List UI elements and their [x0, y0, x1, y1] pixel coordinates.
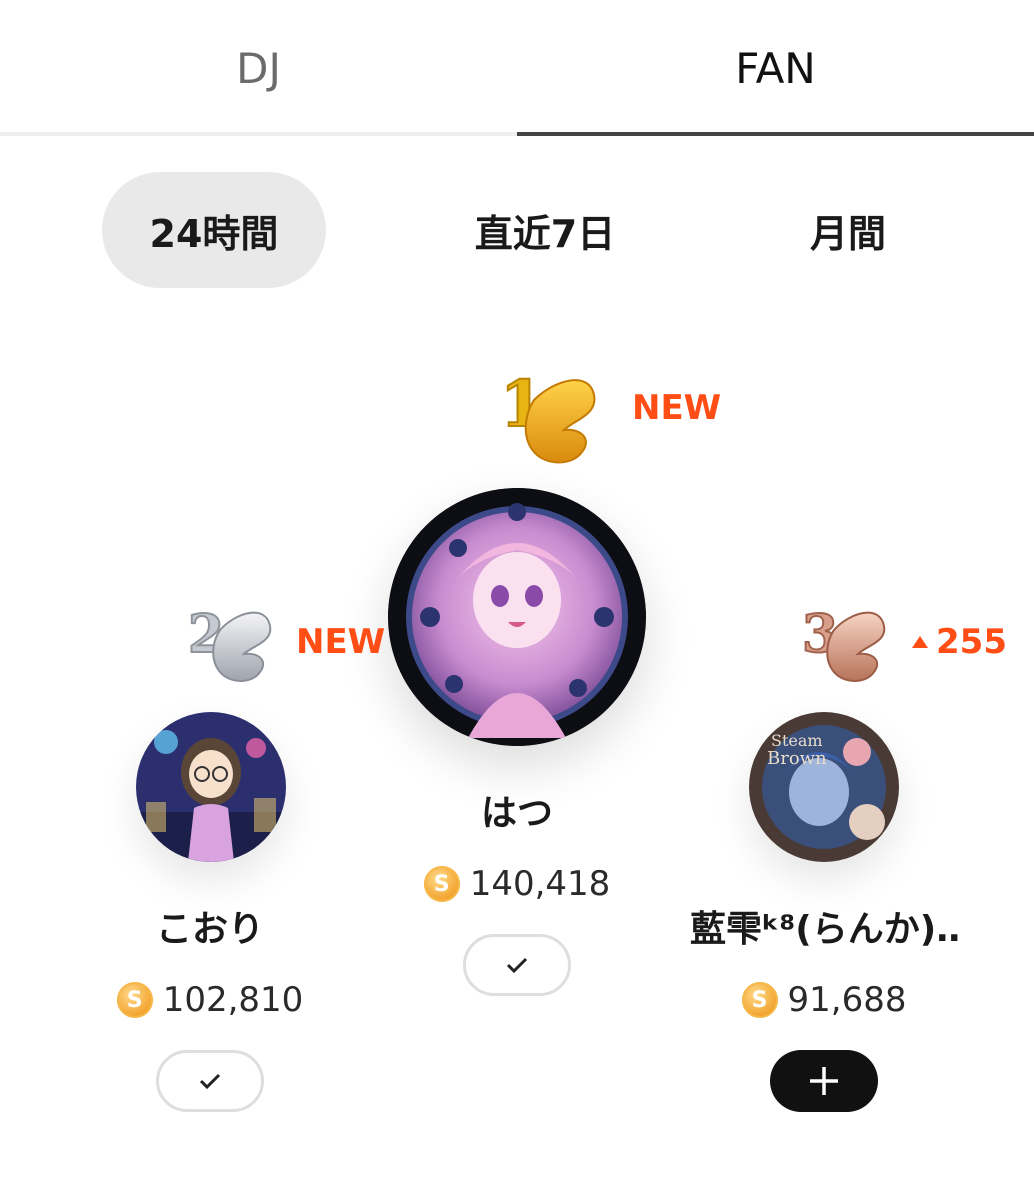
- rank-2-following-button[interactable]: [156, 1050, 264, 1112]
- rank-1-name: はつ: [480, 793, 553, 834]
- period-7days[interactable]: 直近7日: [430, 172, 660, 288]
- rank-1-score: S 140,418: [417, 864, 617, 904]
- tab-fan[interactable]: FAN: [517, 0, 1034, 136]
- tab-underline-inactive: [0, 132, 517, 136]
- rank-1-score-value: 140,418: [469, 864, 611, 904]
- period-monthly[interactable]: 月間: [760, 172, 936, 288]
- rank-3-avatar[interactable]: Steam Brown: [749, 712, 899, 862]
- rank-1-following-button[interactable]: [463, 934, 571, 996]
- rank-1-wing-icon: 1: [494, 360, 604, 470]
- check-icon: [199, 1073, 221, 1090]
- coin-icon: S: [741, 982, 778, 1018]
- coin-icon: S: [116, 982, 153, 1018]
- period-24h[interactable]: 24時間: [102, 172, 326, 288]
- rank-2-score: S 102,810: [110, 980, 310, 1020]
- rank-1-avatar[interactable]: [388, 488, 646, 746]
- rank-3-change-value: 255: [936, 622, 1007, 662]
- rank-3-rank-change: 255: [912, 622, 1007, 662]
- rank-2-score-value: 102,810: [162, 980, 304, 1020]
- check-icon: [506, 957, 528, 974]
- rank-2-name: こおり: [155, 909, 264, 950]
- tab-underline-active: [517, 132, 1034, 136]
- rank-3-score-value: 91,688: [787, 980, 907, 1020]
- plus-icon: [810, 1067, 838, 1095]
- tab-dj[interactable]: DJ: [0, 0, 517, 136]
- coin-icon: S: [423, 866, 460, 902]
- rank-3-follow-button[interactable]: [770, 1050, 878, 1112]
- top-tabs: DJ FAN: [0, 0, 1034, 136]
- arrow-up-icon: [912, 636, 928, 648]
- rank-3-score: S 91,688: [724, 980, 924, 1020]
- svg-text:Brown: Brown: [767, 748, 827, 769]
- rank-3-wing-icon: 3: [800, 596, 892, 688]
- rank-2-avatar[interactable]: [136, 712, 286, 862]
- rank-1-new-badge: NEW: [632, 388, 722, 428]
- rank-3-name: 藍雫ᵏ⁸(らんか)…: [690, 909, 958, 950]
- rank-2-wing-icon: 2: [186, 596, 278, 688]
- rank-2-new-badge: NEW: [296, 622, 386, 662]
